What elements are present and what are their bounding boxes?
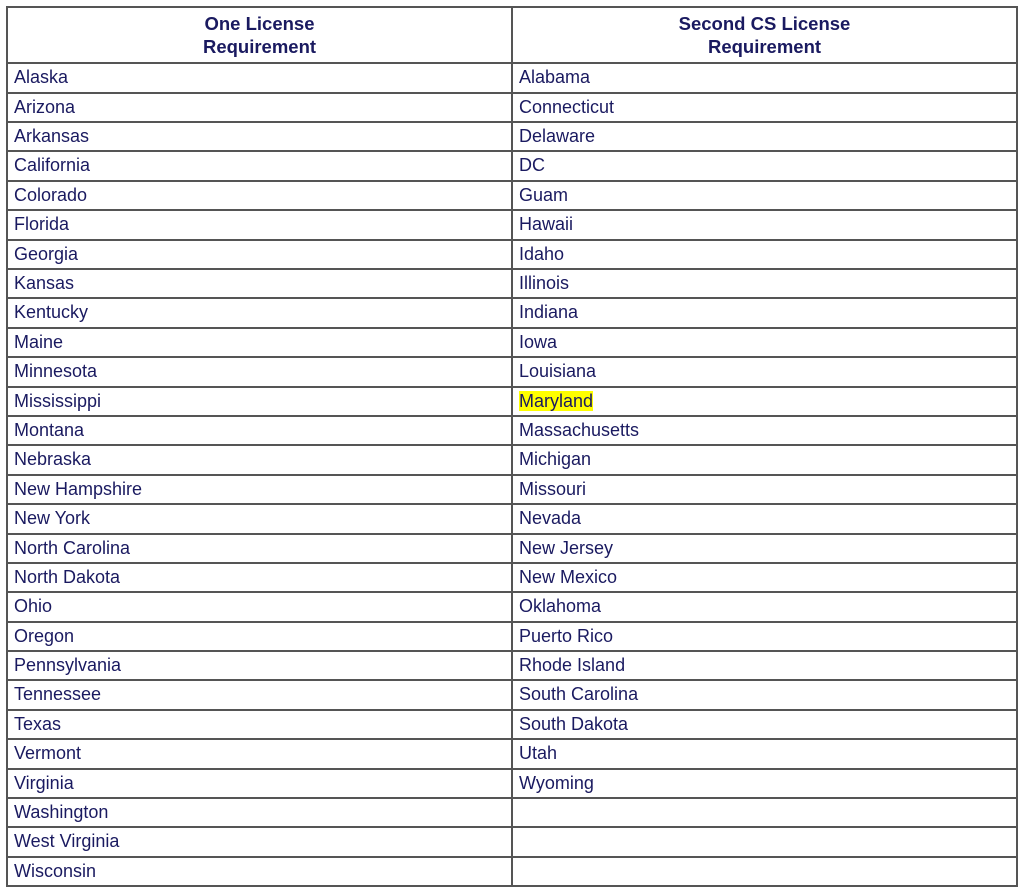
table-row: West Virginia bbox=[7, 827, 1017, 856]
table-row: OregonPuerto Rico bbox=[7, 622, 1017, 651]
header-line: Requirement bbox=[519, 35, 1010, 58]
table-row: Washington bbox=[7, 798, 1017, 827]
cell-one-license: Vermont bbox=[7, 739, 512, 768]
cell-one-license: Minnesota bbox=[7, 357, 512, 386]
cell-second-cs-license: South Dakota bbox=[512, 710, 1017, 739]
cell-second-cs-license bbox=[512, 857, 1017, 886]
table-row: FloridaHawaii bbox=[7, 210, 1017, 239]
cell-one-license: Florida bbox=[7, 210, 512, 239]
cell-second-cs-license: Michigan bbox=[512, 445, 1017, 474]
table-row: New YorkNevada bbox=[7, 504, 1017, 533]
cell-second-cs-license bbox=[512, 827, 1017, 856]
table-row: TennesseeSouth Carolina bbox=[7, 680, 1017, 709]
cell-one-license: Kansas bbox=[7, 269, 512, 298]
table-row: ArizonaConnecticut bbox=[7, 93, 1017, 122]
table-row: OhioOklahoma bbox=[7, 592, 1017, 621]
cell-second-cs-license: New Mexico bbox=[512, 563, 1017, 592]
cell-one-license: Oregon bbox=[7, 622, 512, 651]
table-row: North CarolinaNew Jersey bbox=[7, 534, 1017, 563]
cell-one-license: Colorado bbox=[7, 181, 512, 210]
cell-one-license: Ohio bbox=[7, 592, 512, 621]
table-row: New HampshireMissouri bbox=[7, 475, 1017, 504]
column-header-one-license: One License Requirement bbox=[7, 7, 512, 63]
cell-second-cs-license: Maryland bbox=[512, 387, 1017, 416]
header-line: One License bbox=[14, 12, 505, 35]
column-header-second-cs-license: Second CS License Requirement bbox=[512, 7, 1017, 63]
license-requirement-table: One License Requirement Second CS Licens… bbox=[6, 6, 1018, 887]
cell-one-license: Mississippi bbox=[7, 387, 512, 416]
cell-one-license: West Virginia bbox=[7, 827, 512, 856]
cell-one-license: Georgia bbox=[7, 240, 512, 269]
cell-one-license: New York bbox=[7, 504, 512, 533]
cell-one-license: Pennsylvania bbox=[7, 651, 512, 680]
table-row: VermontUtah bbox=[7, 739, 1017, 768]
cell-one-license: California bbox=[7, 151, 512, 180]
cell-one-license: New Hampshire bbox=[7, 475, 512, 504]
table-body: AlaskaAlabamaArizonaConnecticutArkansasD… bbox=[7, 63, 1017, 886]
cell-one-license: North Dakota bbox=[7, 563, 512, 592]
cell-second-cs-license: Oklahoma bbox=[512, 592, 1017, 621]
highlight-icon: Maryland bbox=[519, 391, 593, 411]
cell-second-cs-license: Rhode Island bbox=[512, 651, 1017, 680]
table-row: Wisconsin bbox=[7, 857, 1017, 886]
cell-second-cs-license: South Carolina bbox=[512, 680, 1017, 709]
table-row: MaineIowa bbox=[7, 328, 1017, 357]
cell-one-license: Tennessee bbox=[7, 680, 512, 709]
table-row: ColoradoGuam bbox=[7, 181, 1017, 210]
cell-second-cs-license: Iowa bbox=[512, 328, 1017, 357]
cell-one-license: Arkansas bbox=[7, 122, 512, 151]
cell-second-cs-license: New Jersey bbox=[512, 534, 1017, 563]
cell-second-cs-license: Illinois bbox=[512, 269, 1017, 298]
table-row: NebraskaMichigan bbox=[7, 445, 1017, 474]
cell-one-license: Maine bbox=[7, 328, 512, 357]
table-row: North DakotaNew Mexico bbox=[7, 563, 1017, 592]
cell-one-license: Wisconsin bbox=[7, 857, 512, 886]
cell-second-cs-license: Delaware bbox=[512, 122, 1017, 151]
cell-one-license: North Carolina bbox=[7, 534, 512, 563]
header-line: Requirement bbox=[14, 35, 505, 58]
cell-second-cs-license: Connecticut bbox=[512, 93, 1017, 122]
table-row: ArkansasDelaware bbox=[7, 122, 1017, 151]
cell-second-cs-license: Puerto Rico bbox=[512, 622, 1017, 651]
table-header-row: One License Requirement Second CS Licens… bbox=[7, 7, 1017, 63]
cell-second-cs-license: Massachusetts bbox=[512, 416, 1017, 445]
cell-second-cs-license: Hawaii bbox=[512, 210, 1017, 239]
cell-one-license: Texas bbox=[7, 710, 512, 739]
cell-second-cs-license: DC bbox=[512, 151, 1017, 180]
cell-second-cs-license: Wyoming bbox=[512, 769, 1017, 798]
table-row: CaliforniaDC bbox=[7, 151, 1017, 180]
table-row: AlaskaAlabama bbox=[7, 63, 1017, 92]
header-line: Second CS License bbox=[519, 12, 1010, 35]
cell-one-license: Alaska bbox=[7, 63, 512, 92]
table-row: MinnesotaLouisiana bbox=[7, 357, 1017, 386]
table-row: KentuckyIndiana bbox=[7, 298, 1017, 327]
table-row: KansasIllinois bbox=[7, 269, 1017, 298]
table-row: PennsylvaniaRhode Island bbox=[7, 651, 1017, 680]
cell-second-cs-license: Guam bbox=[512, 181, 1017, 210]
cell-one-license: Arizona bbox=[7, 93, 512, 122]
cell-second-cs-license: Alabama bbox=[512, 63, 1017, 92]
cell-one-license: Virginia bbox=[7, 769, 512, 798]
table-row: VirginiaWyoming bbox=[7, 769, 1017, 798]
table-row: TexasSouth Dakota bbox=[7, 710, 1017, 739]
cell-one-license: Montana bbox=[7, 416, 512, 445]
cell-one-license: Kentucky bbox=[7, 298, 512, 327]
table-row: Mississippi Maryland bbox=[7, 387, 1017, 416]
table-row: MontanaMassachusetts bbox=[7, 416, 1017, 445]
cell-one-license: Washington bbox=[7, 798, 512, 827]
table-row: GeorgiaIdaho bbox=[7, 240, 1017, 269]
cell-second-cs-license: Utah bbox=[512, 739, 1017, 768]
cell-second-cs-license: Missouri bbox=[512, 475, 1017, 504]
cell-second-cs-license: Louisiana bbox=[512, 357, 1017, 386]
cell-second-cs-license: Idaho bbox=[512, 240, 1017, 269]
cell-one-license: Nebraska bbox=[7, 445, 512, 474]
cell-second-cs-license: Indiana bbox=[512, 298, 1017, 327]
cell-second-cs-license: Nevada bbox=[512, 504, 1017, 533]
cell-second-cs-license bbox=[512, 798, 1017, 827]
